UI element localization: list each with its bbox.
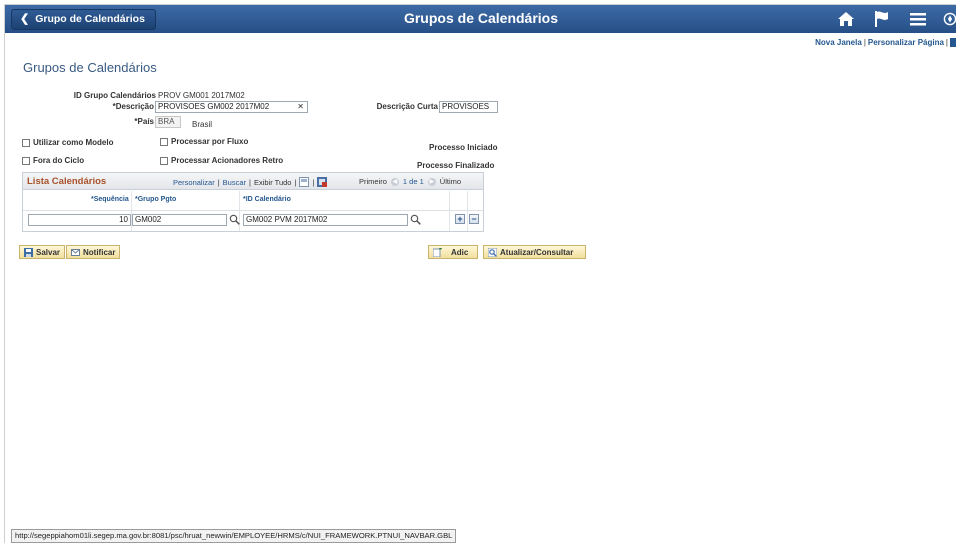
save-label: Salvar [36, 247, 61, 257]
last-link[interactable]: Último [440, 177, 461, 186]
group-id-value: PROV GM001 2017M02 [158, 91, 245, 100]
help-icon[interactable] [950, 38, 956, 48]
calendar-id-field[interactable]: GM002 PVM 2017M02 [243, 214, 408, 226]
calendar-list-grid: Lista Calendários Personalizar | Buscar … [22, 172, 484, 232]
row-count: 1 de 1 [402, 177, 424, 186]
checkbox-box[interactable] [160, 137, 168, 146]
group-id-label: ID Grupo Calendários [73, 91, 156, 100]
top-banner: ❮ Grupo de Calendários Grupos de Calendá… [5, 5, 956, 33]
notify-icon [71, 248, 80, 257]
add-button[interactable]: Adic [428, 245, 478, 259]
process-finished-label: Processo Finalizado [417, 161, 495, 170]
clear-icon[interactable]: ✕ [297, 102, 304, 112]
process-retro-label: Processar Acionadores Retro [171, 156, 284, 165]
new-window-link[interactable]: Nova Janela [815, 38, 862, 47]
grid-toolbar: Personalizar | Buscar | Exibir Tudo | | [173, 177, 328, 187]
col-divider [449, 191, 450, 231]
checkbox-box[interactable] [160, 156, 168, 165]
notify-label: Notificar [83, 247, 116, 257]
prev-icon[interactable]: ◀ [390, 177, 399, 186]
col-calendar-id: *ID Calendário [243, 196, 291, 203]
app-frame: ❮ Grupo de Calendários Grupos de Calendá… [4, 4, 956, 543]
update-button[interactable]: Atualizar/Consultar [483, 245, 586, 259]
col-sequence: *Sequência [91, 196, 129, 203]
search-link[interactable]: Buscar [223, 178, 246, 187]
download-icon[interactable] [317, 177, 328, 187]
description-value: PROVISOES GM002 2017M02 [158, 102, 270, 111]
short-desc-field[interactable]: PROVISOES [439, 101, 498, 113]
country-field: BRA [155, 116, 181, 128]
grid-header: Lista Calendários Personalizar | Buscar … [23, 173, 483, 190]
add-icon [432, 246, 442, 257]
col-pay-group: *Grupo Pgto [135, 196, 177, 203]
page-title: Grupos de Calendários [23, 60, 157, 75]
personalize-page-link[interactable]: Personalizar Página [868, 38, 944, 47]
out-of-cycle-checkbox[interactable]: Fora do Ciclo [22, 156, 84, 165]
grid-title: Lista Calendários [27, 176, 107, 187]
zoom-icon[interactable] [299, 177, 310, 187]
description-field[interactable]: PROVISOES GM002 2017M02 ✕ [155, 101, 308, 113]
process-by-flow-checkbox[interactable]: Processar por Fluxo [160, 137, 248, 146]
first-link[interactable]: Primeiro [359, 177, 387, 186]
next-icon[interactable]: ▶ [427, 177, 436, 186]
checkbox-box[interactable] [22, 156, 30, 165]
process-started-label: Processo Iniciado [429, 143, 498, 152]
notify-button[interactable]: Notificar [66, 245, 121, 259]
save-icon [24, 247, 33, 257]
process-retro-checkbox[interactable]: Processar Acionadores Retro [160, 156, 283, 165]
delete-row-icon[interactable]: − [469, 214, 479, 224]
checkbox-box[interactable] [22, 138, 30, 147]
sequence-field[interactable]: 10 [28, 214, 131, 226]
description-label: *Descrição [112, 102, 154, 111]
grid-row-divider [23, 210, 483, 211]
flag-icon[interactable] [871, 8, 893, 30]
country-label: *País [134, 117, 154, 126]
country-name: Brasil [192, 120, 213, 129]
pay-group-field[interactable]: GM002 [132, 214, 227, 226]
banner-title: Grupos de Calendários [403, 10, 559, 26]
search-icon[interactable] [410, 214, 421, 225]
update-label: Atualizar/Consultar [500, 247, 574, 257]
short-desc-label: Descrição Curta [376, 102, 438, 111]
col-divider [467, 191, 468, 231]
banner-actions [835, 8, 956, 30]
update-icon [487, 247, 498, 257]
home-icon[interactable] [835, 8, 857, 30]
show-all-link[interactable]: Exibir Tudo [254, 178, 292, 187]
out-of-cycle-label: Fora do Ciclo [33, 156, 85, 165]
use-as-model-checkbox[interactable]: Utilizar como Modelo [22, 138, 113, 147]
compass-icon[interactable] [943, 8, 956, 30]
use-as-model-label: Utilizar como Modelo [33, 138, 114, 147]
save-button[interactable]: Salvar [19, 245, 66, 259]
menu-icon[interactable] [907, 8, 929, 30]
personalize-link[interactable]: Personalizar [173, 178, 215, 187]
search-icon[interactable] [229, 214, 240, 225]
page-links: Nova Janela | Personalizar Página | [815, 38, 956, 48]
add-label: Adic [451, 247, 469, 257]
grid-pager: Primeiro ◀ 1 de 1 ▶ Último [359, 177, 461, 186]
process-by-flow-label: Processar por Fluxo [171, 137, 249, 146]
status-bar-url: http://segeppiahom01li.segep.ma.gov.br:8… [11, 529, 457, 543]
add-row-icon[interactable]: + [455, 214, 465, 224]
